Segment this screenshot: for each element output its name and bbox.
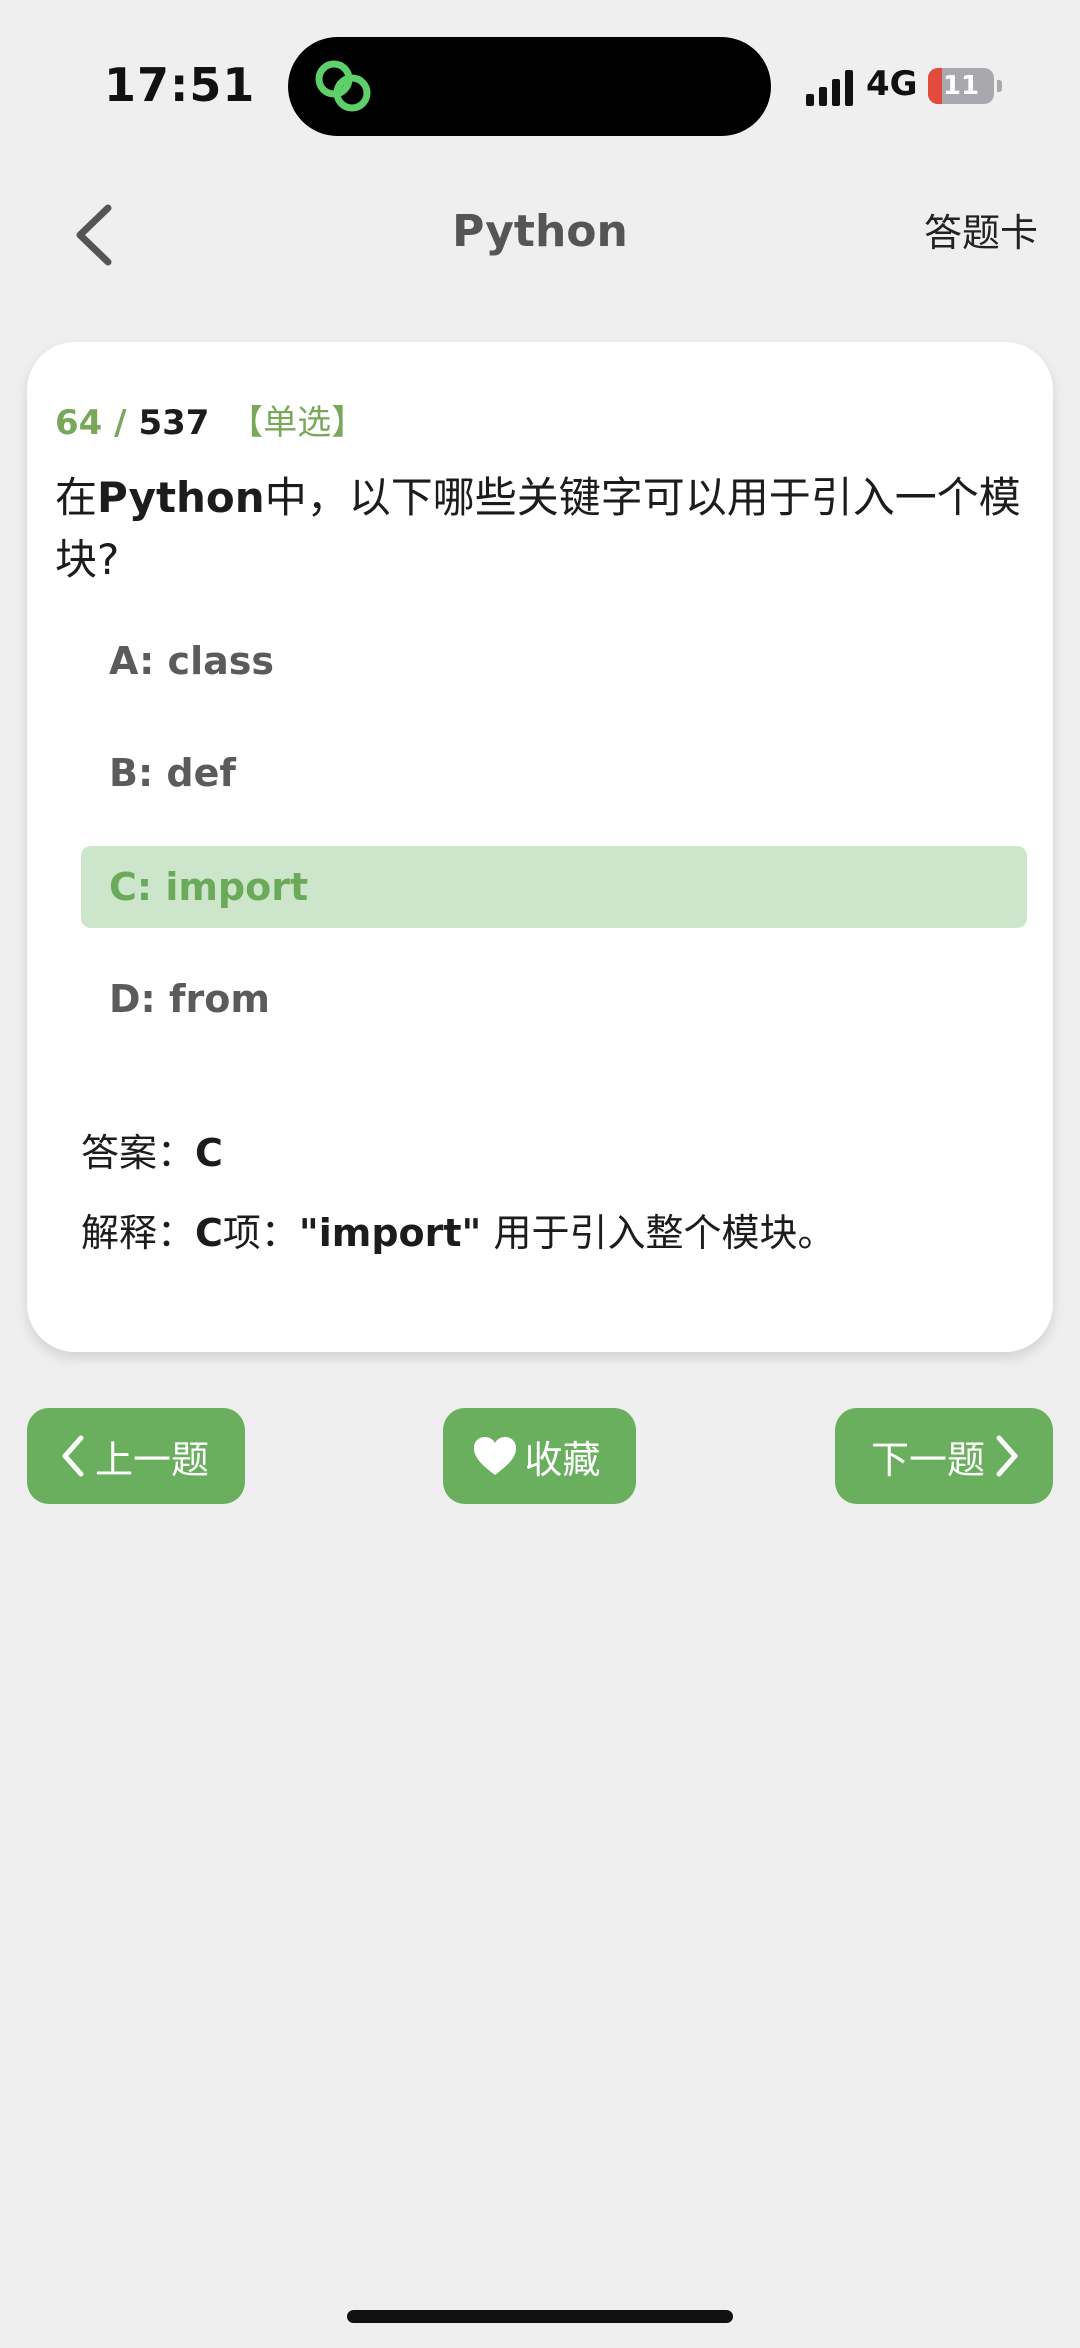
nav-bar: Python 答题卡 xyxy=(0,180,1080,290)
network-type: 4G xyxy=(866,64,918,104)
battery-cap xyxy=(997,80,1002,92)
status-bar: 17:51 4G 11 xyxy=(0,0,1080,170)
next-question-label: 下一题 xyxy=(870,1437,985,1482)
answer-card-button[interactable]: 答题卡 xyxy=(924,202,1038,257)
progress-separator: / xyxy=(114,403,127,443)
prev-question-label: 上一题 xyxy=(94,1437,209,1482)
prev-question-button[interactable]: 上一题 xyxy=(27,1408,245,1504)
question-card: 64 / 537 【单选】 在Python中，以下哪些关键字可以用于引入一个模块… xyxy=(27,342,1053,1352)
status-time: 17:51 xyxy=(104,58,256,112)
favorite-label: 收藏 xyxy=(524,1437,601,1482)
answer-value: C xyxy=(195,1131,223,1175)
dynamic-island xyxy=(288,37,771,136)
question-type-tag: 【单选】 xyxy=(229,403,366,443)
option-d[interactable]: D: from xyxy=(81,958,1027,1040)
home-indicator xyxy=(347,2310,733,2323)
progress-total: 537 xyxy=(138,403,210,443)
option-c[interactable]: C: import xyxy=(81,846,1027,928)
favorite-button[interactable]: 收藏 xyxy=(443,1408,636,1504)
chevron-left-icon xyxy=(62,1435,84,1477)
progress-current: 64 xyxy=(55,403,103,443)
option-b[interactable]: B: def xyxy=(81,732,1027,814)
battery-icon: 11 xyxy=(928,68,994,104)
question-progress: 64 / 537 【单选】 xyxy=(55,395,365,444)
chevron-right-icon xyxy=(996,1435,1018,1477)
heart-icon xyxy=(474,1437,517,1475)
explanation-line: 解释：C项："import" 用于引入整个模块。 xyxy=(81,1211,836,1255)
answer-line: 答案：C xyxy=(81,1131,223,1175)
next-question-button[interactable]: 下一题 xyxy=(835,1408,1053,1504)
link-rings-icon xyxy=(315,60,371,112)
signal-icon xyxy=(806,70,853,106)
question-text: 在Python中，以下哪些关键字可以用于引入一个模块? xyxy=(55,473,1021,584)
page-title: Python xyxy=(452,206,628,257)
battery-level: 11 xyxy=(942,71,980,101)
option-a[interactable]: A: class xyxy=(81,620,1027,702)
